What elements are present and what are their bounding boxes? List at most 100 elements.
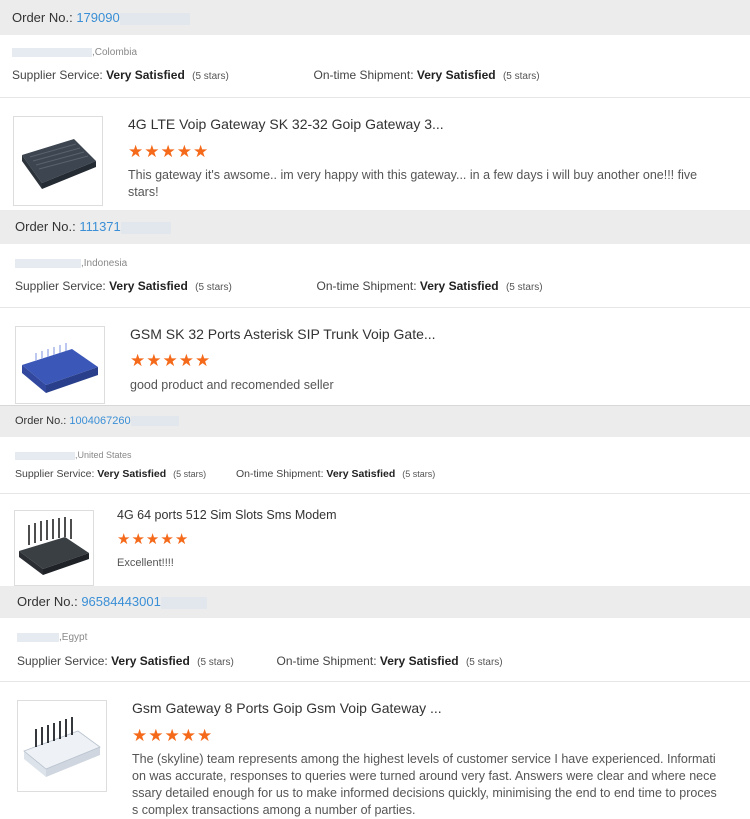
buyer-country: ,Egypt bbox=[59, 632, 88, 643]
star-icon: ★ bbox=[144, 142, 160, 161]
rating-summary: Supplier Service: Very Satisfied (5 star… bbox=[15, 468, 435, 480]
supplier-service-label: Supplier Service: bbox=[17, 654, 108, 668]
order-number-link[interactable]: 179090 bbox=[76, 10, 119, 25]
product-title-link[interactable]: Gsm Gateway 8 Ports Goip Gsm Voip Gatewa… bbox=[132, 700, 442, 716]
star-icon: ★ bbox=[130, 351, 146, 370]
shipment-stars: (5 stars) bbox=[402, 469, 436, 479]
supplier-service-value: Very Satisfied bbox=[109, 279, 188, 293]
supplier-service-stars: (5 stars) bbox=[195, 282, 232, 293]
redaction bbox=[119, 12, 190, 25]
star-icon: ★ bbox=[195, 351, 211, 370]
buyer-country: ,Colombia bbox=[92, 47, 138, 58]
redaction bbox=[17, 632, 59, 642]
star-icon: ★ bbox=[145, 531, 160, 548]
shipment-stars: (5 stars) bbox=[502, 71, 540, 82]
buyer-location: ,Colombia bbox=[12, 47, 137, 58]
supplier-service-value: Very Satisfied bbox=[106, 68, 185, 82]
rating-summary: Supplier Service: Very Satisfied (5 star… bbox=[17, 654, 503, 668]
review-comment: The (skyline) team represents among the … bbox=[132, 752, 717, 817]
star-icon: ★ bbox=[132, 726, 148, 745]
star-rating: ★★★★★ bbox=[128, 143, 209, 162]
product-title-link[interactable]: 4G 64 ports 512 Sim Slots Sms Modem bbox=[117, 508, 337, 522]
review-comment: Excellent!!!! bbox=[117, 557, 174, 569]
review-comment: good product and recomended seller bbox=[130, 378, 334, 392]
star-icon: ★ bbox=[131, 531, 145, 548]
gateway-image bbox=[22, 343, 98, 393]
gateway-image bbox=[23, 717, 101, 777]
star-icon: ★ bbox=[176, 142, 192, 161]
order-bar: Order No.: 111371 bbox=[0, 210, 750, 244]
divider bbox=[0, 681, 750, 682]
order-bar: Order No.: 96584443001 bbox=[0, 586, 750, 618]
redaction bbox=[160, 596, 207, 609]
supplier-service-label: Supplier Service: bbox=[15, 279, 106, 293]
star-icon: ★ bbox=[164, 726, 180, 745]
star-icon: ★ bbox=[162, 351, 178, 370]
divider bbox=[0, 97, 750, 98]
star-rating: ★★★★★ bbox=[132, 727, 213, 746]
product-thumbnail[interactable] bbox=[17, 700, 107, 792]
order-label: Order No.: bbox=[12, 10, 73, 25]
shipment-label: On-time Shipment: bbox=[276, 654, 377, 668]
buyer-country: ,Indonesia bbox=[81, 258, 128, 269]
star-icon: ★ bbox=[180, 726, 196, 745]
star-rating: ★★★★★ bbox=[130, 352, 211, 371]
rating-summary: Supplier Service: Very Satisfied (5 star… bbox=[12, 68, 540, 82]
shipment-label: On-time Shipment: bbox=[313, 68, 414, 82]
star-icon: ★ bbox=[193, 142, 209, 161]
supplier-service-value: Very Satisfied bbox=[97, 468, 167, 480]
product-thumbnail[interactable] bbox=[15, 326, 105, 404]
order-number-link[interactable]: 111371 bbox=[79, 219, 120, 234]
redaction bbox=[12, 47, 92, 57]
star-icon: ★ bbox=[160, 142, 176, 161]
star-icon: ★ bbox=[174, 531, 189, 548]
supplier-service-stars: (5 stars) bbox=[192, 71, 229, 82]
order-bar: Order No.: 1004067260 bbox=[0, 405, 750, 437]
review-comment: This gateway it's awsome.. im very happy… bbox=[128, 168, 698, 199]
star-icon: ★ bbox=[117, 531, 131, 548]
buyer-location: ,United States bbox=[15, 450, 132, 460]
supplier-service-label: Supplier Service: bbox=[12, 68, 103, 82]
product-title-link[interactable]: 4G LTE Voip Gateway SK 32-32 Goip Gatewa… bbox=[128, 116, 444, 132]
product-thumbnail[interactable] bbox=[14, 510, 94, 586]
supplier-service-label: Supplier Service: bbox=[15, 468, 95, 480]
supplier-service-value: Very Satisfied bbox=[111, 654, 190, 668]
shipment-stars: (5 stars) bbox=[505, 282, 543, 293]
buyer-location: ,Egypt bbox=[17, 632, 87, 643]
supplier-service-stars: (5 stars) bbox=[173, 469, 207, 479]
star-rating: ★★★★★ bbox=[117, 531, 189, 549]
modem-image bbox=[19, 517, 89, 575]
star-icon: ★ bbox=[148, 726, 164, 745]
order-label: Order No.: bbox=[15, 415, 67, 427]
redaction bbox=[15, 258, 81, 268]
redaction bbox=[120, 221, 171, 234]
buyer-location: ,Indonesia bbox=[15, 258, 127, 269]
divider bbox=[0, 493, 750, 494]
divider bbox=[0, 307, 750, 308]
shipment-label: On-time Shipment: bbox=[235, 468, 324, 480]
order-label: Order No.: bbox=[17, 594, 78, 609]
order-bar: Order No.: 179090 bbox=[0, 0, 750, 35]
star-icon: ★ bbox=[146, 351, 162, 370]
order-number-link[interactable]: 1004067260 bbox=[69, 415, 130, 427]
redaction bbox=[130, 416, 179, 427]
shipment-value: Very Satisfied bbox=[416, 68, 496, 82]
rating-summary: Supplier Service: Very Satisfied (5 star… bbox=[15, 279, 543, 293]
order-label: Order No.: bbox=[15, 219, 76, 234]
shipment-value: Very Satisfied bbox=[379, 654, 459, 668]
star-icon: ★ bbox=[178, 351, 194, 370]
shipment-stars: (5 stars) bbox=[465, 657, 503, 668]
order-number-link[interactable]: 96584443001 bbox=[81, 594, 161, 609]
shipment-value: Very Satisfied bbox=[326, 468, 396, 480]
shipment-label: On-time Shipment: bbox=[316, 279, 417, 293]
star-icon: ★ bbox=[197, 726, 213, 745]
shipment-value: Very Satisfied bbox=[419, 279, 499, 293]
star-icon: ★ bbox=[160, 531, 174, 548]
supplier-service-stars: (5 stars) bbox=[197, 657, 234, 668]
star-icon: ★ bbox=[128, 142, 144, 161]
gateway-image bbox=[22, 139, 96, 189]
redaction bbox=[15, 451, 75, 460]
product-title-link[interactable]: GSM SK 32 Ports Asterisk SIP Trunk Voip … bbox=[130, 326, 436, 342]
product-thumbnail[interactable] bbox=[13, 116, 103, 206]
buyer-country: ,United States bbox=[75, 450, 132, 460]
